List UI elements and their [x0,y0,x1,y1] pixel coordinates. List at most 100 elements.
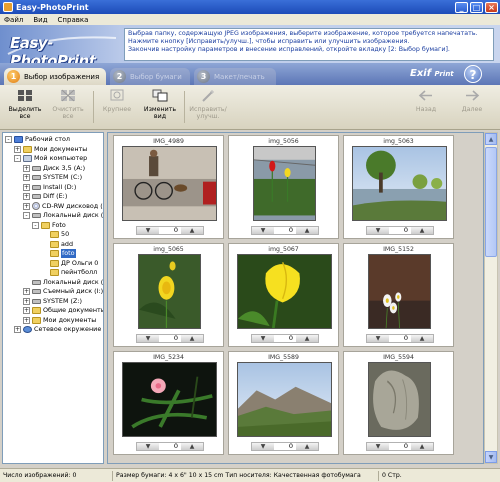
tree-item[interactable]: - Мой компьютер [14,154,87,163]
tree-item[interactable]: + Съемный диск (I:) [23,287,103,296]
thumbnail-photo[interactable] [138,254,201,329]
decrement-icon[interactable]: ▼ [137,443,159,450]
arrow-right-icon [466,90,480,101]
tree-item[interactable]: add [41,240,73,249]
menu-file[interactable]: Файл [4,16,23,24]
scroll-up-icon[interactable]: ▲ [485,133,497,145]
collapse-icon[interactable]: - [32,221,39,229]
back-button[interactable]: Назад [404,89,448,127]
increment-icon[interactable]: ▲ [181,335,203,342]
expand-icon[interactable]: + [23,183,30,191]
tree-item[interactable]: + SYSTEM (Z:) [23,297,82,306]
decrement-icon[interactable]: ▼ [367,443,389,450]
tab-select-paper[interactable]: 2 Выбор бумаги [110,68,190,85]
correct-enhance-button[interactable]: Исправить/ улучш. [186,89,230,127]
expand-icon[interactable]: + [23,202,30,210]
increment-icon[interactable]: ▲ [411,335,433,342]
tree-item[interactable]: + Общие документы [23,306,103,315]
tree-item[interactable]: - Локальный диск (G [23,211,103,220]
next-button[interactable]: Далее [450,89,494,127]
tree-item-label: Локальный диск (H [43,277,104,286]
thumbnail-card[interactable]: img_5063 ▼ 0 ▲ [343,135,454,239]
expand-icon[interactable]: + [23,288,30,295]
decrement-icon[interactable]: ▼ [367,227,389,234]
thumbnail-card[interactable]: img_5067 ▼ 0 ▲ [228,243,339,347]
maximize-button[interactable]: □ [470,1,483,13]
expand-icon[interactable]: + [14,326,21,333]
increment-icon[interactable]: ▲ [296,335,318,342]
increment-icon[interactable]: ▲ [411,443,433,450]
expand-icon[interactable]: + [23,316,30,324]
increment-icon[interactable]: ▲ [411,227,433,234]
tree-item[interactable]: + SYSTEM (C:) [23,173,82,182]
menu-help[interactable]: Справка [58,16,89,24]
net-icon [23,326,32,333]
thumbnail-card[interactable]: IMG_5234 ▼ 0 ▲ [113,351,224,455]
increment-icon[interactable]: ▲ [181,227,203,234]
thumbnail-card[interactable]: img_5056 ▼ 0 ▲ [228,135,339,239]
tree-item[interactable]: пейнтболл [41,268,97,277]
thumbnail-photo[interactable] [352,146,447,221]
tree-item[interactable]: Локальный диск (H [23,277,104,287]
thumbnail-card[interactable]: IMG_5589 ▼ 0 ▲ [228,351,339,455]
scroll-down-icon[interactable]: ▼ [485,451,497,463]
thumbnail-card[interactable]: img_5065 ▼ 0 ▲ [113,243,224,347]
thumbnail-photo[interactable] [237,362,332,437]
decrement-icon[interactable]: ▼ [137,227,159,234]
collapse-icon[interactable]: - [5,136,12,143]
expand-icon[interactable]: + [23,297,30,305]
increment-icon[interactable]: ▲ [296,443,318,450]
thumbnail-photo[interactable] [368,254,431,329]
scroll-thumb[interactable] [485,147,497,257]
thumbnail-card[interactable]: IMG_4989 ▼ 0 ▲ [113,135,224,239]
thumbnail-card[interactable]: IMG_5152 ▼ 0 ▲ [343,243,454,347]
thumbnail-card[interactable]: IMG_5594 ▼ 0 ▲ [343,351,454,455]
decrement-icon[interactable]: ▼ [252,443,274,450]
increment-icon[interactable]: ▲ [296,227,318,234]
tree-item[interactable]: + CD-RW дисковод (F: [23,202,103,211]
increment-icon[interactable]: ▲ [181,443,203,450]
tree-item[interactable]: foto [41,249,76,258]
larger-button[interactable]: Крупнее [95,89,139,127]
thumbnail-photo[interactable] [368,362,431,437]
tree-item[interactable]: + Диск 3,5 (A:) [23,164,85,173]
menu-view[interactable]: Вид [33,16,47,24]
thumbnail-photo[interactable] [253,146,316,221]
expand-icon[interactable]: + [14,145,21,153]
thumbnail-photo[interactable] [122,362,217,437]
folder-icon [50,240,59,248]
decrement-icon[interactable]: ▼ [137,335,159,342]
tree-item[interactable]: + Мои документы [23,316,96,325]
close-button[interactable]: × [485,1,498,13]
magic-wand-icon [202,90,214,102]
help-button[interactable]: ? [464,65,482,83]
tree-item[interactable]: + Мои документы [14,145,87,154]
tree-item[interactable]: + Diff (E:) [23,192,67,201]
grid-scrollbar[interactable]: ▲ ▼ [484,132,498,464]
collapse-icon[interactable]: - [23,212,30,219]
clear-all-button[interactable]: Очистить все [46,89,90,127]
tree-item[interactable]: + Install (D:) [23,183,76,192]
expand-icon[interactable]: + [23,307,30,314]
tree-item[interactable]: + Сетевое окружение [14,325,101,334]
tree-item[interactable]: - Рабочий стол [5,135,70,144]
select-all-button[interactable]: Выделить все [3,89,47,127]
decrement-icon[interactable]: ▼ [252,335,274,342]
expand-icon[interactable]: + [23,164,30,172]
tree-item[interactable]: 50 [41,230,69,239]
expand-icon[interactable]: + [23,174,30,181]
tree-item-label: Foto [52,220,66,229]
change-view-button[interactable]: Изменить вид [138,89,182,127]
tab-layout-print[interactable]: 3 Макет/печать [194,68,276,85]
decrement-icon[interactable]: ▼ [252,227,274,234]
thumbnail-photo[interactable] [237,254,332,329]
folder-tree[interactable]: - Рабочий стол + Мои документы - Мой компьюте… [2,132,104,464]
expand-icon[interactable]: + [23,193,30,200]
tree-item[interactable]: - Foto [32,221,66,230]
collapse-icon[interactable]: - [14,155,21,162]
minimize-button[interactable]: _ [455,1,468,13]
thumbnail-photo[interactable] [122,146,217,221]
decrement-icon[interactable]: ▼ [367,335,389,342]
tree-item[interactable]: ДР Ольги 0 [41,259,98,268]
tab-select-image[interactable]: 1 Выбор изображения [4,68,106,85]
